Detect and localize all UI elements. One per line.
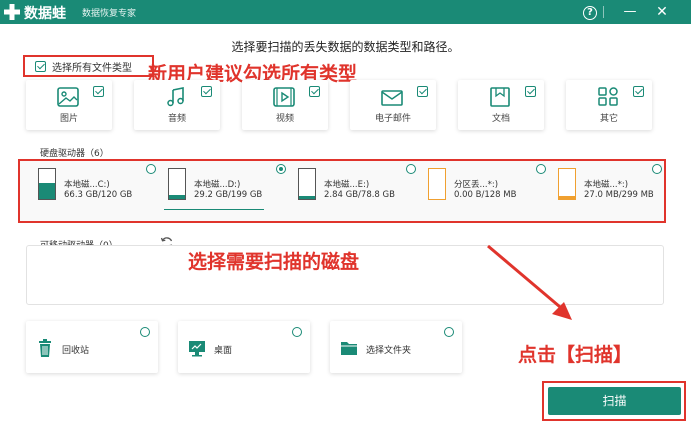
location-card-select-folder[interactable]: 选择文件夹 [330,321,462,373]
desktop-icon [189,341,205,357]
location-label: 选择文件夹 [366,346,412,356]
file-type-label: 音频 [167,114,186,124]
drive-highlight-box [18,159,666,223]
file-type-checkbox[interactable] [309,86,320,97]
music-icon [167,87,184,107]
app-name: 数据蛙 [24,6,66,22]
image-icon [57,87,79,107]
help-button[interactable]: ? [580,2,600,22]
file-type-checkbox[interactable] [417,86,428,97]
app-logo-icon [4,4,20,20]
scan-button[interactable]: 扫描 [548,387,681,415]
close-button[interactable]: ✕ [652,2,672,22]
location-card-desktop[interactable]: 桌面 [178,321,310,373]
app-subtitle: 数据恢复专家 [82,9,137,19]
file-type-checkbox[interactable] [633,86,644,97]
location-label: 回收站 [62,346,90,356]
document-icon [490,87,510,107]
select-all-label: 选择所有文件类型 [52,62,132,74]
file-type-card-images[interactable]: 图片 [26,80,112,130]
location-card-recycle-bin[interactable]: 回收站 [26,321,158,373]
page-heading: 选择要扫描的丢失数据的数据类型和路径。 [231,40,460,54]
other-icon [598,87,618,106]
file-type-card-documents[interactable]: 文档 [458,80,544,130]
file-type-card-video[interactable]: 视频 [242,80,328,130]
file-type-label: 视频 [275,114,294,124]
select-all-checkbox[interactable]: 选择所有文件类型 [23,55,154,77]
file-type-checkbox[interactable] [525,86,536,97]
file-type-label: 其它 [599,114,618,124]
annotation-select-disk: 选择需要扫描的磁盘 [188,251,360,273]
recycle-bin-icon [39,339,51,357]
file-type-card-audio[interactable]: 音频 [134,80,220,130]
file-type-label: 文档 [491,114,510,124]
file-type-card-email[interactable]: 电子邮件 [350,80,436,130]
titlebar-separator [603,6,604,18]
file-type-label: 图片 [59,114,78,124]
location-radio[interactable] [444,327,454,337]
annotation-click-scan: 点击【扫描】 [518,344,633,366]
file-type-checkbox[interactable] [201,86,212,97]
select-all-check-icon [35,60,46,72]
help-icon: ? [583,6,597,20]
file-type-label: 电子邮件 [374,114,411,124]
hard-drives-label: 硬盘驱动器（6） [40,149,109,159]
location-radio[interactable] [292,327,302,337]
video-icon [273,87,295,107]
email-icon [381,90,403,106]
annotation-arrow-icon [487,244,572,320]
folder-icon [341,342,357,355]
file-type-card-other[interactable]: 其它 [566,80,652,130]
file-type-checkbox[interactable] [93,86,104,97]
title-bar: 数据蛙 数据恢复专家 ? — ✕ [0,0,691,24]
location-label: 桌面 [214,346,233,356]
minimize-button[interactable]: — [620,2,640,22]
location-radio[interactable] [140,327,150,337]
